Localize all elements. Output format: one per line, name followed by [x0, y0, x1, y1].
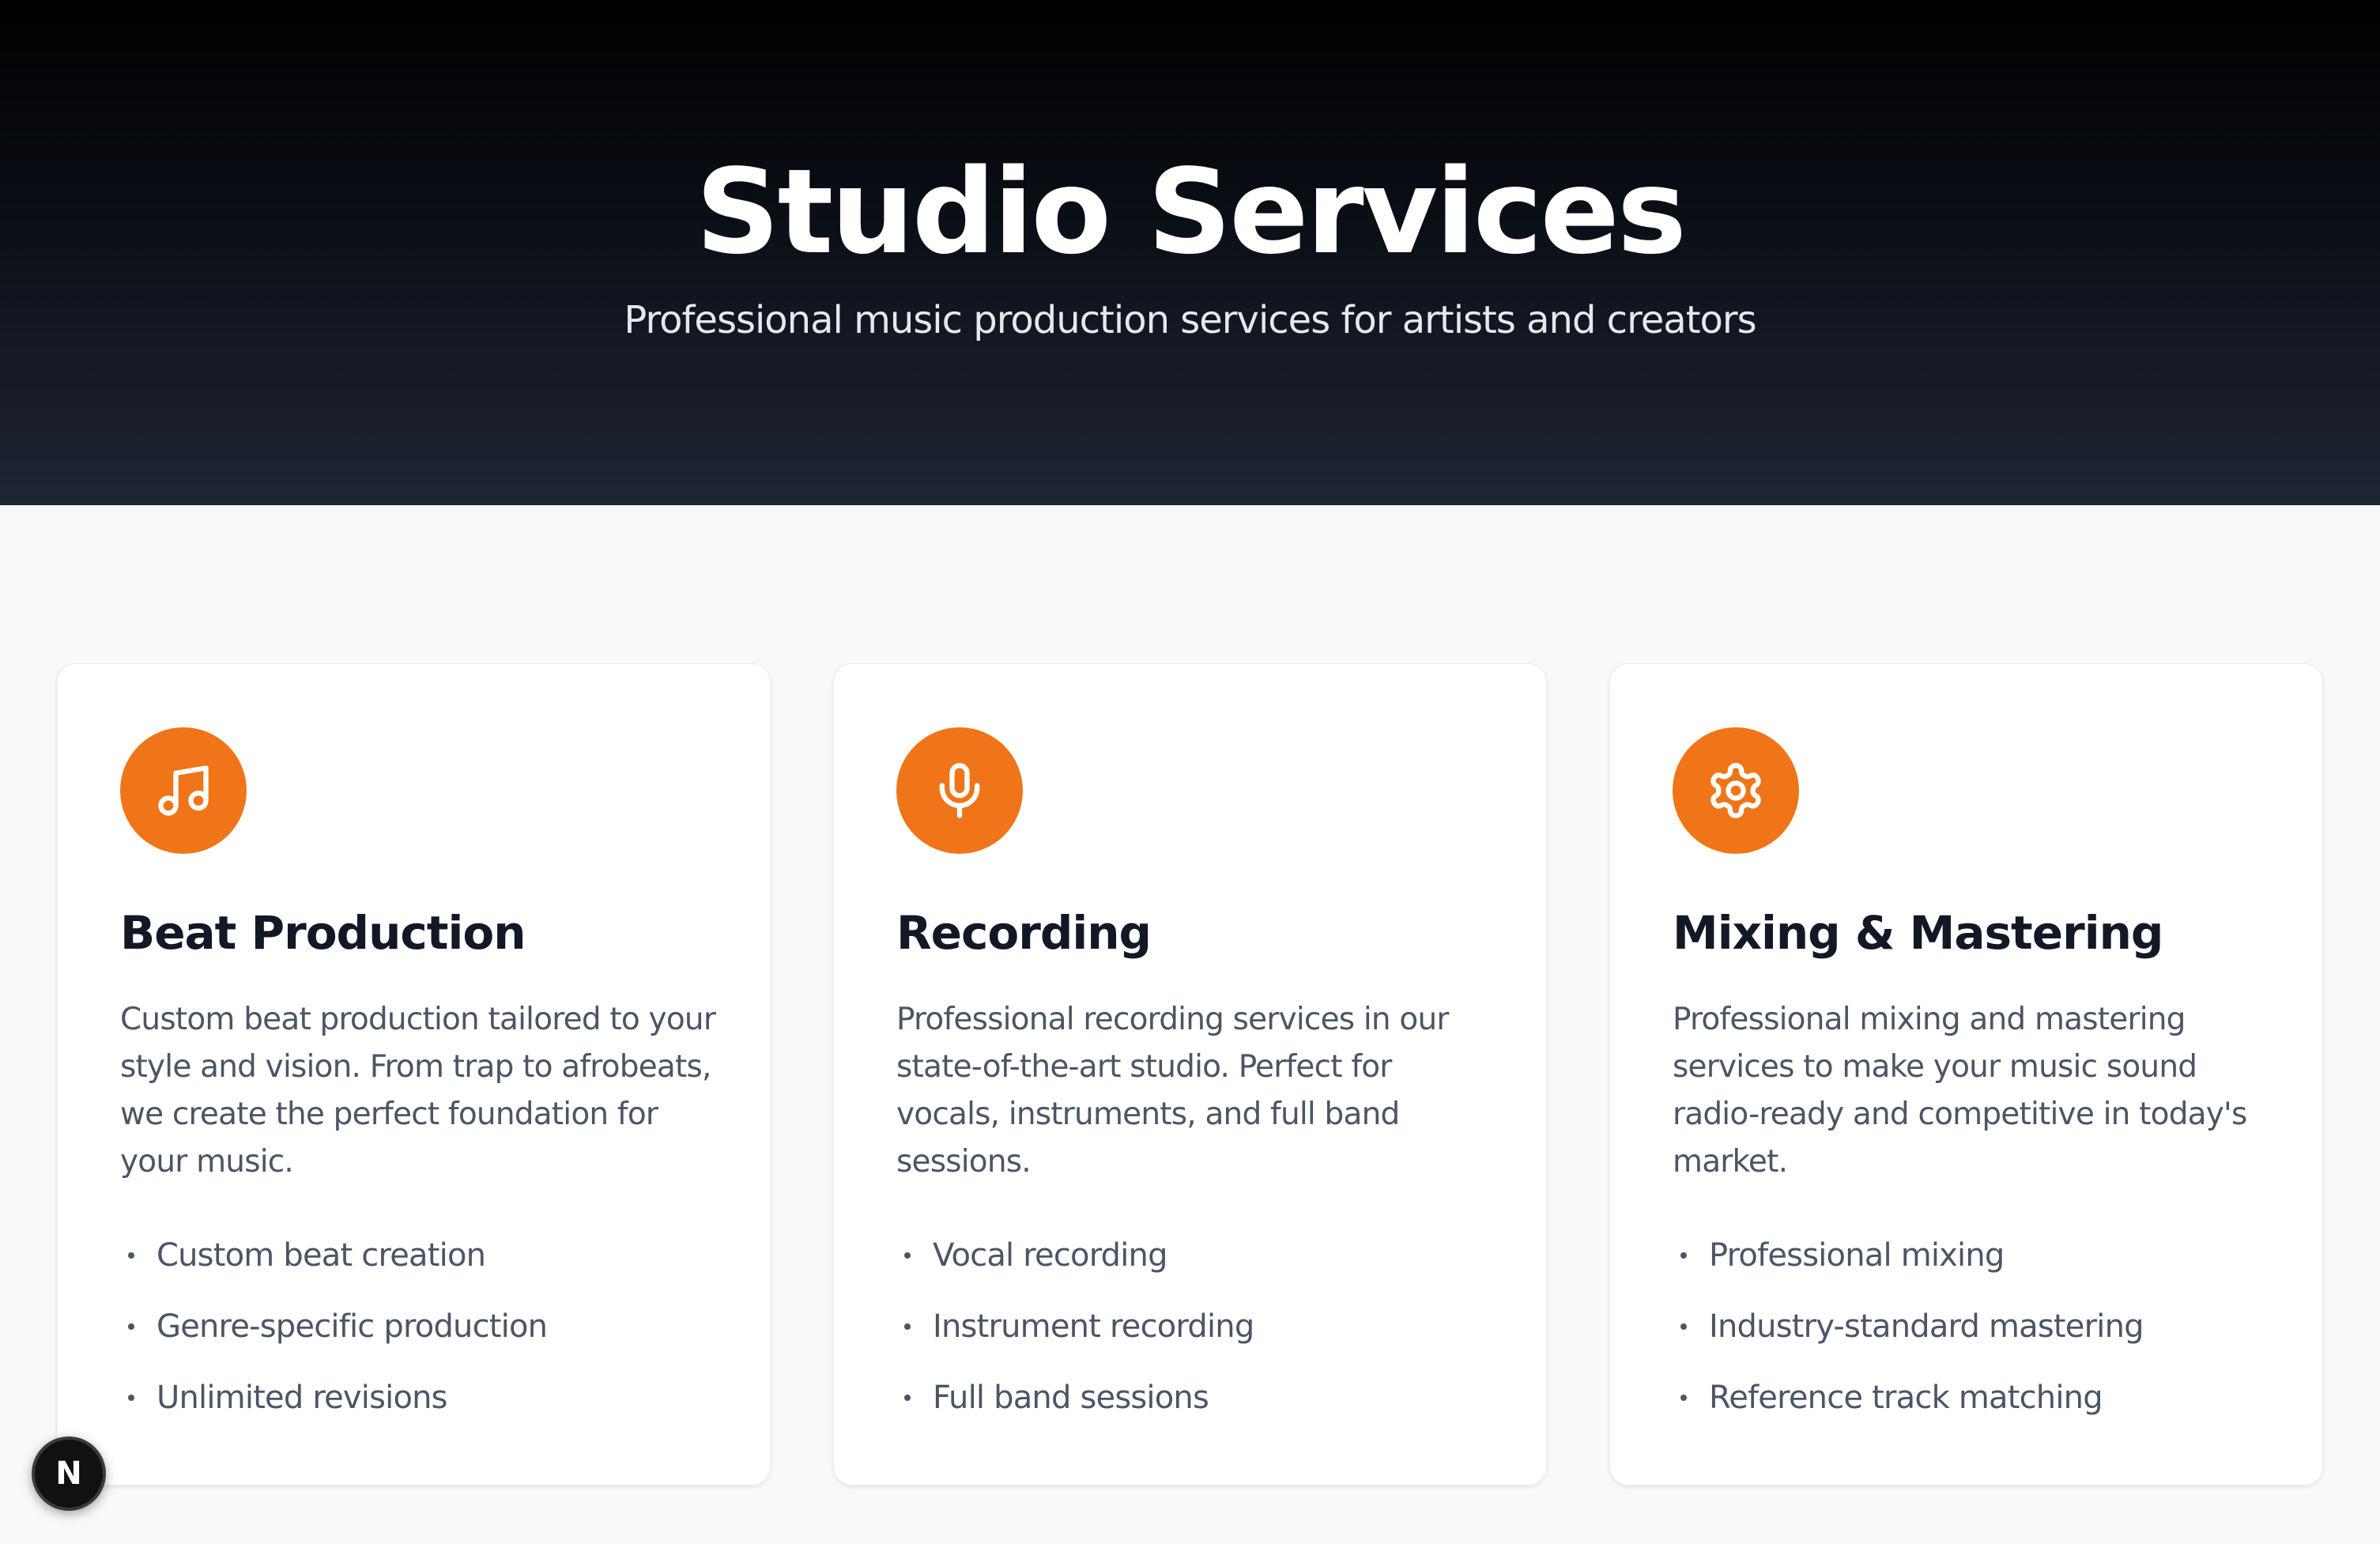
service-card-mixing-mastering: Mixing & Mastering Professional mixing a… — [1609, 663, 2323, 1485]
feature-item: Reference track matching — [1673, 1374, 2144, 1445]
feature-label: Vocal recording — [933, 1237, 1168, 1274]
nextjs-dev-indicator-button[interactable]: N — [32, 1436, 106, 1511]
page-subtitle: Professional music production services f… — [624, 298, 1756, 342]
bullet-icon — [904, 1252, 911, 1259]
feature-label: Industry-standard mastering — [1709, 1308, 2144, 1345]
service-title: Recording — [896, 906, 1152, 960]
bullet-icon — [1680, 1252, 1687, 1259]
feature-item: Vocal recording — [896, 1232, 1254, 1303]
bullet-icon — [1680, 1323, 1687, 1330]
feature-list: Professional mixing Industry-standard ma… — [1673, 1232, 2144, 1445]
feature-item: Full band sessions — [896, 1374, 1254, 1445]
feature-label: Reference track matching — [1709, 1380, 2103, 1416]
bullet-icon — [128, 1252, 134, 1259]
service-card-beat-production: Beat Production Custom beat production t… — [57, 663, 771, 1485]
service-title: Beat Production — [120, 906, 526, 960]
service-description: Professional recording services in our s… — [896, 1002, 1449, 1180]
music-note-icon — [120, 727, 247, 854]
feature-label: Custom beat creation — [157, 1237, 486, 1274]
feature-item: Unlimited revisions — [120, 1374, 547, 1445]
nextjs-icon: N — [55, 1455, 82, 1492]
hero-banner: Studio Services Professional music produ… — [0, 0, 2380, 505]
feature-item: Industry-standard mastering — [1673, 1303, 2144, 1374]
feature-label: Genre-specific production — [157, 1308, 548, 1345]
bullet-icon — [128, 1395, 134, 1401]
feature-item: Professional mixing — [1673, 1232, 2144, 1303]
page-title: Studio Services — [696, 144, 1687, 280]
bullet-icon — [904, 1395, 911, 1401]
feature-item: Genre-specific production — [120, 1303, 548, 1374]
feature-label: Unlimited revisions — [157, 1380, 448, 1416]
feature-label: Instrument recording — [933, 1308, 1254, 1345]
bullet-icon — [904, 1323, 911, 1330]
feature-item: Instrument recording — [896, 1303, 1254, 1374]
services-grid: Beat Production Custom beat production t… — [57, 663, 2323, 1485]
feature-list: Custom beat creation Genre-specific prod… — [120, 1232, 548, 1445]
gear-icon — [1673, 727, 1799, 854]
feature-label: Professional mixing — [1709, 1237, 2005, 1274]
service-description: Professional mixing and mastering servic… — [1673, 1002, 2247, 1180]
service-card-recording: Recording Professional recording service… — [833, 663, 1547, 1485]
service-description: Custom beat production tailored to your … — [120, 1002, 716, 1180]
feature-item: Custom beat creation — [120, 1232, 547, 1303]
bullet-icon — [128, 1323, 134, 1330]
feature-label: Full band sessions — [933, 1380, 1209, 1416]
service-title: Mixing & Mastering — [1673, 906, 2163, 960]
bullet-icon — [1680, 1395, 1687, 1401]
microphone-icon — [896, 727, 1023, 854]
feature-list: Vocal recording Instrument recording Ful… — [896, 1232, 1254, 1445]
